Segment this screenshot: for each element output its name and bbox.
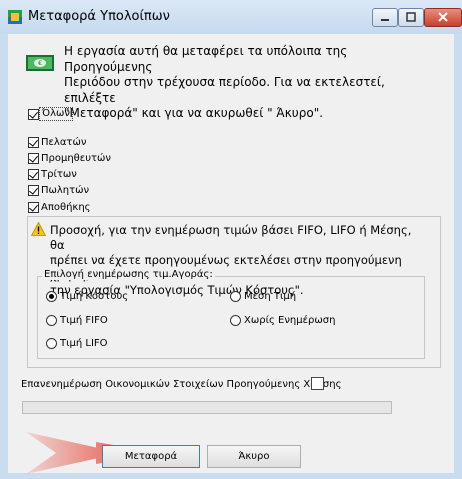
minimize-icon bbox=[381, 19, 389, 21]
radio-fifo-price[interactable] bbox=[46, 315, 57, 326]
checkbox-salespeople-label[interactable]: Πωλητών bbox=[41, 185, 89, 196]
radio-fifo-price-label[interactable]: Τιμή FIFO bbox=[60, 315, 108, 326]
price-update-group-title: Επιλογή ενημέρωσης τιμ.Αγοράς: bbox=[42, 269, 215, 280]
radio-lifo-price-label[interactable]: Τιμή LIFO bbox=[60, 338, 108, 349]
radio-average-price[interactable] bbox=[230, 291, 241, 302]
close-icon bbox=[438, 12, 448, 22]
transfer-money-icon: € bbox=[26, 55, 54, 71]
checkbox-all[interactable] bbox=[28, 109, 39, 120]
progress-bar bbox=[22, 401, 392, 414]
checkbox-suppliers[interactable] bbox=[28, 153, 39, 164]
warning-icon bbox=[31, 222, 46, 236]
cancel-button[interactable]: Άκυρο bbox=[207, 445, 301, 468]
checkbox-third-parties-label[interactable]: Τρίτων bbox=[41, 169, 77, 180]
info-line: Περιόδου στην τρέχουσα περίοδο. Για να ε… bbox=[64, 75, 385, 105]
close-button[interactable] bbox=[424, 8, 462, 27]
app-icon bbox=[8, 10, 22, 24]
radio-no-update[interactable] bbox=[230, 315, 241, 326]
checkbox-all-label[interactable]: Όλων bbox=[39, 107, 74, 121]
radio-lifo-price[interactable] bbox=[46, 338, 57, 349]
radio-no-update-label[interactable]: Χωρίς Ενημέρωση bbox=[244, 315, 335, 326]
transfer-button[interactable]: Μεταφορά bbox=[102, 445, 200, 468]
checkbox-salespeople[interactable] bbox=[28, 185, 39, 196]
radio-average-price-label[interactable]: Μέση Τιμή bbox=[244, 291, 296, 302]
title-bar[interactable]: Μεταφορά Υπολοίπων bbox=[0, 0, 462, 34]
checkbox-customers-label[interactable]: Πελατών bbox=[41, 137, 86, 148]
info-line: "Μεταφορά" και για να ακυρωθεί " Άκυρο". bbox=[64, 106, 324, 120]
info-text: Η εργασία αυτή θα μεταφέρει τα υπόλοιπα … bbox=[64, 44, 404, 122]
recalc-checkbox[interactable] bbox=[311, 377, 324, 390]
warning-line: Προσοχή, για την ενημέρωση τιμών βάσει F… bbox=[50, 223, 412, 252]
maximize-icon bbox=[406, 12, 416, 22]
checkbox-customers[interactable] bbox=[28, 137, 39, 148]
radio-cost-price[interactable] bbox=[46, 291, 57, 302]
checkbox-third-parties[interactable] bbox=[28, 169, 39, 180]
minimize-button[interactable] bbox=[372, 8, 398, 27]
transfer-balances-window: Μεταφορά Υπολοίπων € Η εργασία αυτή θα μ… bbox=[0, 0, 462, 479]
svg-text:€: € bbox=[38, 60, 42, 67]
checkbox-warehouse-label[interactable]: Αποθήκης bbox=[41, 202, 91, 213]
checkbox-suppliers-label[interactable]: Προμηθευτών bbox=[41, 153, 111, 164]
checkbox-warehouse[interactable] bbox=[28, 202, 39, 213]
maximize-button[interactable] bbox=[398, 8, 424, 27]
info-line: Η εργασία αυτή θα μεταφέρει τα υπόλοιπα … bbox=[64, 44, 348, 74]
window-title: Μεταφορά Υπολοίπων bbox=[28, 9, 170, 24]
recalc-label: Επανενημέρωση Οικονομικών Στοιχείων Προη… bbox=[21, 379, 342, 390]
radio-cost-price-label[interactable]: Τιμή Κόστους bbox=[60, 291, 128, 302]
